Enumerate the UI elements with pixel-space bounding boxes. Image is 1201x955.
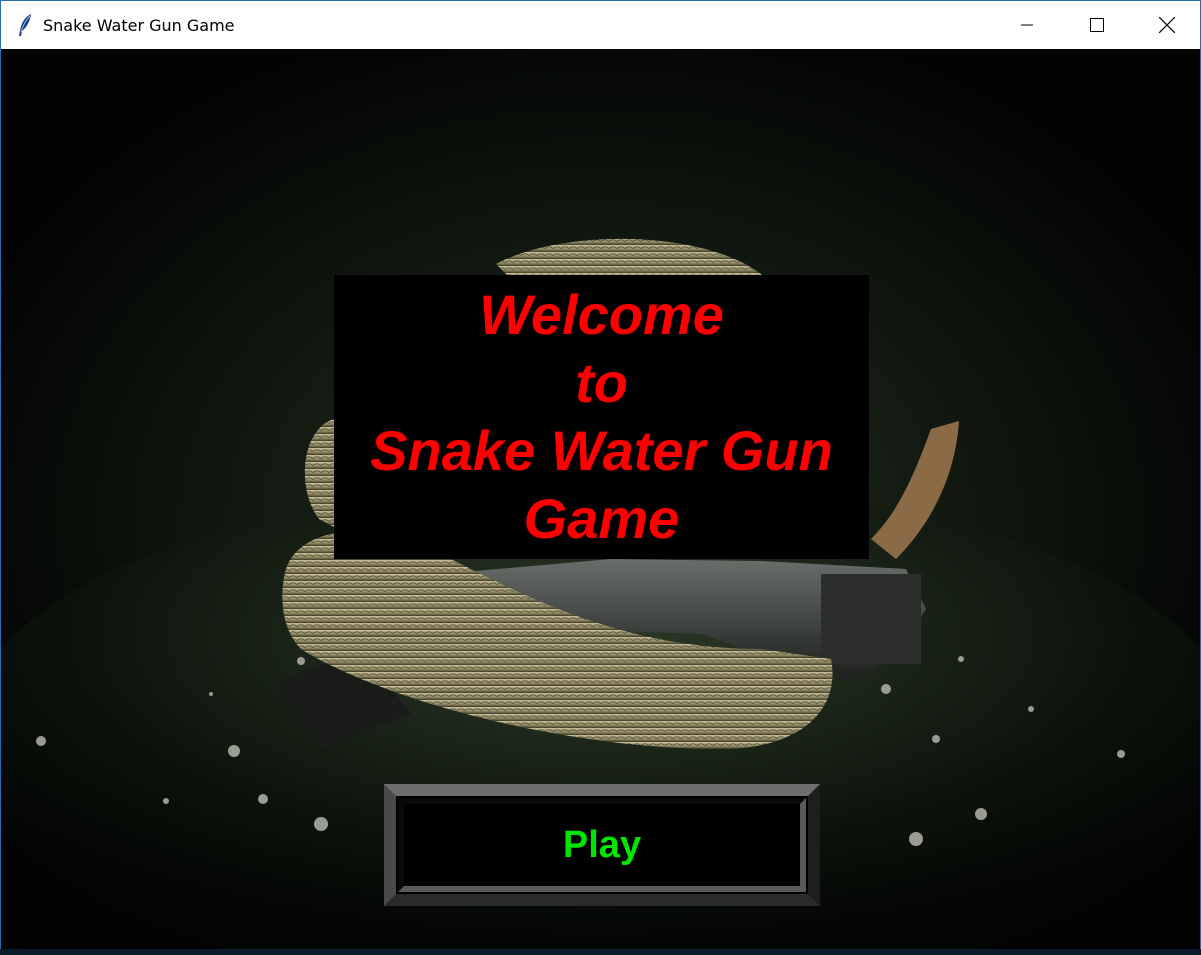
close-icon — [1159, 17, 1175, 33]
maximize-button[interactable] — [1062, 1, 1132, 49]
title-bar[interactable]: Snake Water Gun Game — [1, 1, 1200, 49]
close-button[interactable] — [1132, 1, 1201, 49]
welcome-banner: Welcome to Snake Water Gun Game — [334, 275, 869, 559]
welcome-line-1: Welcome — [479, 283, 724, 346]
play-button[interactable]: Play — [384, 784, 820, 906]
game-canvas: Welcome to Snake Water Gun Game Play — [1, 49, 1200, 949]
maximize-icon — [1090, 18, 1104, 32]
welcome-line-2: to — [575, 351, 628, 414]
minimize-button[interactable] — [992, 1, 1062, 49]
window-title: Snake Water Gun Game — [43, 16, 235, 35]
welcome-line-3: Snake Water Gun — [370, 419, 833, 482]
welcome-line-4: Game — [523, 487, 680, 550]
minimize-icon — [1021, 24, 1033, 26]
play-button-label: Play — [562, 823, 642, 866]
app-window: Snake Water Gun Game Welcome to Snake Wa… — [0, 0, 1201, 949]
feather-icon — [19, 14, 31, 36]
